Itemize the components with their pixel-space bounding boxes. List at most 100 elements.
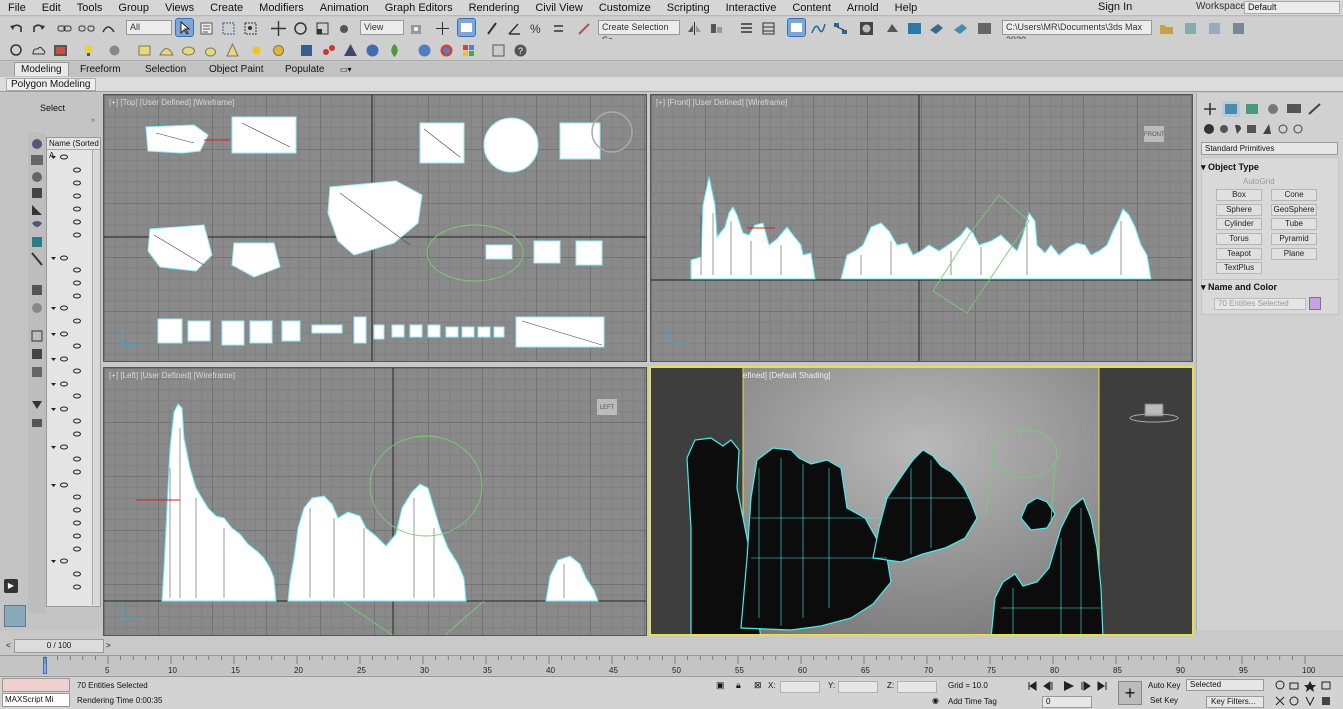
box-button[interactable]: Box bbox=[1216, 189, 1262, 201]
name-color-header[interactable]: ▾ Name and Color bbox=[1201, 282, 1277, 293]
current-frame-field[interactable]: 0 bbox=[1042, 696, 1092, 708]
physics-icon[interactable] bbox=[342, 42, 359, 59]
maxscript-mini-listener[interactable]: MAXScript Mi bbox=[2, 693, 70, 707]
reference-coordinate-dropdown[interactable]: View bbox=[360, 20, 404, 35]
bind-space-warp-icon[interactable] bbox=[100, 20, 117, 37]
motion-tab-icon[interactable] bbox=[1264, 101, 1282, 117]
viewport-top[interactable]: [+] [Top] [User Defined] [Wireframe] bbox=[103, 94, 647, 362]
name-column-header[interactable]: Name (Sorted A bbox=[47, 138, 100, 160]
menu-civil-view[interactable]: Civil View bbox=[527, 0, 590, 15]
menu-graph-editors[interactable]: Graph Editors bbox=[377, 0, 461, 15]
viewport-front[interactable]: [+] [Front] [User Defined] [Wireframe] F… bbox=[650, 94, 1193, 362]
utilities-tab-icon[interactable] bbox=[1306, 101, 1324, 117]
sign-in-button[interactable]: Sign In bbox=[1098, 1, 1132, 13]
textplus-button[interactable]: TextPlus bbox=[1216, 262, 1262, 274]
ribbon-toggle-icon[interactable] bbox=[787, 18, 806, 37]
sphere-button[interactable]: Sphere bbox=[1216, 204, 1262, 216]
select-manipulate-icon[interactable] bbox=[434, 20, 451, 37]
tab-selection[interactable]: Selection bbox=[145, 63, 186, 76]
menu-modifiers[interactable]: Modifiers bbox=[251, 0, 312, 15]
cone-icon[interactable] bbox=[224, 42, 241, 59]
particles-icon[interactable] bbox=[320, 42, 337, 59]
menu-file[interactable]: File bbox=[0, 0, 34, 15]
viewport-perspective[interactable]: [+] [Perspective] [User Defined] [Defaul… bbox=[649, 366, 1194, 636]
select-object-icon[interactable] bbox=[175, 18, 194, 37]
tube-button[interactable]: Tube bbox=[1271, 218, 1317, 230]
isolate-icon[interactable]: ▣ bbox=[716, 680, 725, 691]
settings-icon[interactable] bbox=[106, 42, 123, 59]
menu-customize[interactable]: Customize bbox=[591, 0, 659, 15]
project-path-field[interactable]: C:\Users\MR\Documents\3ds Max 2020 bbox=[1002, 20, 1152, 45]
menu-views[interactable]: Views bbox=[157, 0, 202, 15]
placement-icon[interactable] bbox=[336, 20, 353, 37]
viewport-layout-icon[interactable] bbox=[4, 605, 26, 627]
render-view-icon[interactable] bbox=[438, 42, 455, 59]
create-tab-icon[interactable] bbox=[1201, 101, 1219, 117]
menu-arnold[interactable]: Arnold bbox=[839, 0, 887, 15]
bulb-icon[interactable] bbox=[80, 42, 97, 59]
cloud-icon[interactable] bbox=[30, 42, 47, 59]
pivot-icon[interactable] bbox=[408, 20, 425, 37]
menu-animation[interactable]: Animation bbox=[312, 0, 377, 15]
viewport-navigation-icons[interactable] bbox=[1272, 679, 1342, 709]
angle-snap-icon[interactable] bbox=[506, 20, 523, 37]
material-sphere-icon[interactable] bbox=[416, 42, 433, 59]
polygon-modeling-panel[interactable]: Polygon Modeling bbox=[6, 78, 96, 91]
timeline-ruler[interactable]: 5 10 15 20 25 30 35 40 45 50 55 60 65 70 75 80 85 90 95 100 bbox=[0, 655, 1343, 675]
key-filters-button[interactable]: Key Filters... bbox=[1206, 696, 1264, 708]
prev-frame-icon[interactable]: < bbox=[6, 641, 11, 650]
maxscript-listener-top[interactable] bbox=[2, 678, 70, 692]
render-setup-icon[interactable] bbox=[884, 20, 901, 37]
render-production-icon[interactable] bbox=[928, 20, 945, 37]
playback-controls[interactable] bbox=[1026, 679, 1116, 693]
fluid-icon[interactable] bbox=[364, 42, 381, 59]
menu-create[interactable]: Create bbox=[202, 0, 251, 15]
play-explorer-icon[interactable]: ▶ bbox=[4, 579, 18, 593]
scene-explorer-icon[interactable] bbox=[738, 20, 755, 37]
tab-freeform[interactable]: Freeform bbox=[80, 63, 121, 76]
align-icon[interactable] bbox=[708, 20, 725, 37]
snaps-toggle-icon[interactable] bbox=[484, 20, 501, 37]
sun-icon[interactable] bbox=[248, 42, 265, 59]
script-icon[interactable] bbox=[490, 42, 507, 59]
render-in-cloud-icon[interactable] bbox=[976, 20, 993, 37]
help-icon[interactable]: ? bbox=[512, 42, 529, 59]
next-frame-icon[interactable]: > bbox=[106, 641, 111, 650]
viewport-left[interactable]: [+] [Left] [User Defined] [Wireframe] LE… bbox=[103, 367, 647, 636]
torus-button[interactable]: Torus bbox=[1216, 233, 1262, 245]
add-time-tag[interactable]: Add Time Tag bbox=[948, 697, 997, 706]
cylinder-button[interactable]: Cylinder bbox=[1216, 218, 1262, 230]
container-icon[interactable] bbox=[8, 42, 25, 59]
menu-help[interactable]: Help bbox=[887, 0, 926, 15]
ribbon-options-icon[interactable]: ▭▾ bbox=[340, 63, 352, 76]
material-editor-icon[interactable] bbox=[858, 20, 875, 37]
lock-selection-icon[interactable]: 🔒︎ bbox=[736, 680, 741, 691]
sphere-primitive-icon[interactable] bbox=[180, 42, 197, 59]
rendered-frame-window-icon[interactable] bbox=[906, 20, 923, 37]
menu-group[interactable]: Group bbox=[110, 0, 157, 15]
tab-populate[interactable]: Populate bbox=[285, 63, 324, 76]
spinner-snap-icon[interactable] bbox=[550, 20, 567, 37]
schematic-view-icon[interactable] bbox=[832, 20, 849, 37]
explorer-tool-icons[interactable] bbox=[28, 133, 46, 433]
time-tag-icon[interactable]: ◉ bbox=[932, 696, 939, 705]
move-icon[interactable] bbox=[270, 20, 287, 37]
select-by-name-icon[interactable] bbox=[198, 20, 215, 37]
set-key-button[interactable]: Set Key bbox=[1150, 696, 1178, 705]
auto-key-button[interactable]: Auto Key bbox=[1148, 681, 1180, 690]
arnold-icon[interactable] bbox=[460, 42, 477, 59]
rectangular-selection-icon[interactable] bbox=[220, 20, 237, 37]
redo-icon[interactable] bbox=[30, 20, 47, 37]
modify-tab-icon[interactable] bbox=[1222, 101, 1240, 117]
geosphere-button[interactable]: GeoSphere bbox=[1271, 204, 1317, 216]
object-name-field[interactable]: 70 Entities Selected bbox=[1214, 298, 1306, 310]
y-coordinate-field[interactable] bbox=[838, 681, 878, 693]
explorer-scrollbar[interactable] bbox=[92, 150, 100, 605]
named-selection-dropdown[interactable]: Create Selection Se bbox=[598, 20, 680, 45]
set-key-big-icon[interactable]: + bbox=[1118, 681, 1142, 705]
create-project-icon[interactable] bbox=[1182, 20, 1199, 37]
hierarchy-tab-icon[interactable] bbox=[1243, 101, 1261, 117]
cone-button[interactable]: Cone bbox=[1271, 189, 1317, 201]
create-category-icons[interactable] bbox=[1203, 123, 1323, 137]
primitive-type-dropdown[interactable]: Standard Primitives bbox=[1201, 142, 1338, 155]
